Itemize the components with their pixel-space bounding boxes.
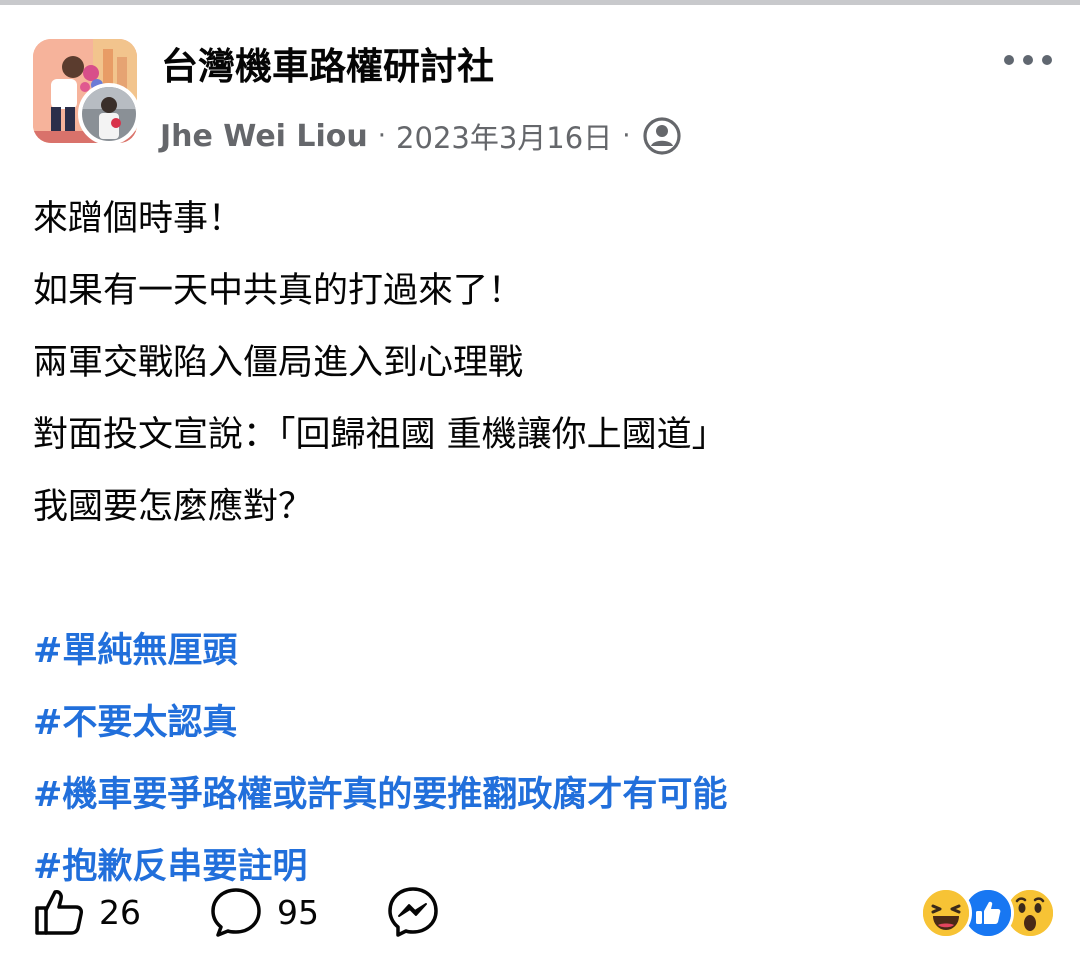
post-actions-bar: 26 95 <box>0 877 1080 947</box>
meta-separator: · <box>622 121 631 151</box>
post-text-line: 對面投文宣說：「回歸祖國 重機讓你上國道」 <box>33 415 727 455</box>
messenger-share-button[interactable] <box>386 877 440 947</box>
post-date[interactable]: 2023年3月16日 <box>396 115 612 157</box>
haha-icon <box>920 887 972 939</box>
thumbs-up-icon <box>35 890 83 935</box>
more-horizontal-icon <box>1004 55 1052 65</box>
post-card: 台灣機車路權研討社 Jhe Wei Liou · 2023年3月16日 · 來蹭… <box>0 5 1080 965</box>
comment-count: 95 <box>277 892 319 932</box>
post-text-line: 如果有一天中共真的打過來了！ <box>33 271 524 311</box>
friends-icon[interactable] <box>642 116 682 156</box>
author-name[interactable]: Jhe Wei Liou <box>160 119 368 154</box>
more-options-button[interactable] <box>998 35 1058 85</box>
post-text-line: 我國要怎麼應對？ <box>33 487 314 527</box>
reactions-summary[interactable] <box>920 887 1056 939</box>
author-photo <box>82 87 136 141</box>
post-meta: Jhe Wei Liou · 2023年3月16日 · <box>160 111 682 161</box>
like-button[interactable]: 26 <box>33 877 141 947</box>
comment-bubble-icon <box>211 888 261 937</box>
post-text-line: 來蹭個時事！ <box>33 199 244 239</box>
post-body: 來蹭個時事！ 如果有一天中共真的打過來了！ 兩軍交戰陷入僵局進入到心理戰 對面投… <box>33 183 1053 903</box>
hashtag-link[interactable]: #單純無厘頭 <box>33 615 1053 687</box>
hashtag-link[interactable]: #機車要爭路權或許真的要推翻政腐才有可能 <box>33 759 1053 831</box>
comment-button[interactable]: 95 <box>209 877 319 947</box>
like-count: 26 <box>99 892 141 932</box>
hashtag-link[interactable]: #不要太認真 <box>33 687 1053 759</box>
group-name[interactable]: 台灣機車路權研討社 <box>161 39 494 95</box>
messenger-icon <box>388 887 438 937</box>
meta-separator: · <box>377 121 387 151</box>
author-avatar[interactable] <box>78 83 140 145</box>
post-text-line: 兩軍交戰陷入僵局進入到心理戰 <box>33 343 524 383</box>
